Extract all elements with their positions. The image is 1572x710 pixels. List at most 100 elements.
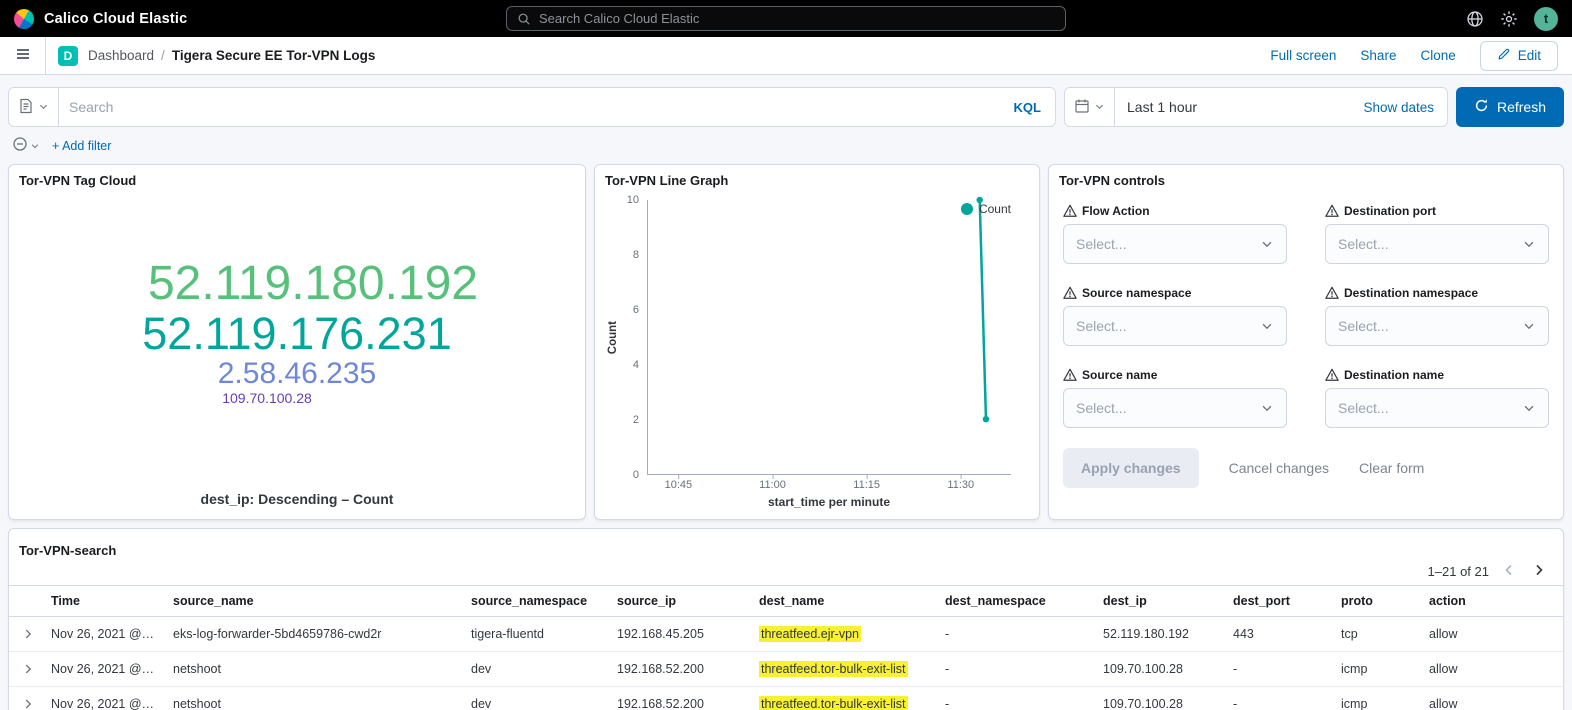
control-label: Source name <box>1063 368 1287 382</box>
kql-toggle[interactable]: KQL <box>1014 100 1055 115</box>
chevron-left-icon <box>1501 566 1517 581</box>
expand-row-button[interactable] <box>17 697 35 710</box>
query-input-placeholder[interactable]: Search <box>59 99 1014 115</box>
cell-proto: icmp <box>1333 687 1421 710</box>
warning-icon <box>1063 368 1077 382</box>
select-destination-port[interactable]: Select... <box>1325 224 1549 264</box>
share-link[interactable]: Share <box>1360 48 1396 63</box>
elastic-logo-icon[interactable] <box>14 9 34 29</box>
panel-title: Tor-VPN controls <box>1049 165 1563 188</box>
column-header-proto[interactable]: proto <box>1333 586 1421 617</box>
control-field-destination-name: Destination nameSelect... <box>1325 368 1549 428</box>
column-header-source-name[interactable]: source_name <box>165 586 463 617</box>
clone-link[interactable]: Clone <box>1420 48 1455 63</box>
global-header: Calico Cloud Elastic Search Calico Cloud… <box>0 0 1572 37</box>
cell-source-ip: 192.168.45.205 <box>609 617 751 652</box>
column-header-dest-port[interactable]: dest_port <box>1225 586 1333 617</box>
table-row: Nov 26, 2021 @ 11:35:04.000netshootdev19… <box>9 652 1563 687</box>
global-search-input[interactable]: Search Calico Cloud Elastic <box>506 6 1066 31</box>
table-body: Nov 26, 2021 @ 11:35:04.000eks-log-forwa… <box>9 617 1563 710</box>
panel-title: Tor-VPN-search <box>9 535 1563 558</box>
cell-dest-ip: 52.119.180.192 <box>1095 617 1225 652</box>
prev-page-button[interactable] <box>1501 562 1517 581</box>
apply-changes-button[interactable]: Apply changes <box>1063 448 1199 488</box>
breadcrumb-separator: / <box>161 48 165 63</box>
cell-dest-port: - <box>1225 652 1333 687</box>
tag-cloud-item[interactable]: 109.70.100.28 <box>222 391 312 406</box>
breadcrumb: Dashboard / Tigera Secure EE Tor-VPN Log… <box>88 48 375 63</box>
cell-dest-namespace: - <box>937 617 1095 652</box>
table-row: Nov 26, 2021 @ 11:34:54.000netshootdev19… <box>9 687 1563 710</box>
cell-dest-port: 443 <box>1225 617 1333 652</box>
select-placeholder: Select... <box>1338 400 1389 416</box>
next-page-button[interactable] <box>1531 562 1547 581</box>
column-header-source-namespace[interactable]: source_namespace <box>463 586 609 617</box>
cell-dest-name: threatfeed.tor-bulk-exit-list <box>751 687 937 710</box>
y-tick-label: 8 <box>633 249 639 261</box>
gear-icon[interactable] <box>1500 10 1518 28</box>
filter-options-button[interactable] <box>12 136 40 155</box>
expand-row-button[interactable] <box>17 662 35 676</box>
cell-source-ip: 192.168.52.200 <box>609 687 751 710</box>
cell-dest-name: threatfeed.ejr-vpn <box>751 617 937 652</box>
column-header-dest-namespace[interactable]: dest_namespace <box>937 586 1095 617</box>
control-label: Destination namespace <box>1325 286 1549 300</box>
cell-dest-ip: 109.70.100.28 <box>1095 652 1225 687</box>
cell-source-name: eks-log-forwarder-5bd4659786-cwd2r <box>165 617 463 652</box>
panel-title: Tor-VPN Tag Cloud <box>9 165 585 188</box>
y-axis-ticks: 0246810 <box>621 200 647 475</box>
y-tick-label: 2 <box>633 414 639 426</box>
saved-query-menu-button[interactable] <box>9 88 59 126</box>
cell-source-namespace: dev <box>463 687 609 710</box>
tag-cloud-item[interactable]: 2.58.46.235 <box>218 358 376 390</box>
full-screen-link[interactable]: Full screen <box>1270 48 1336 63</box>
show-dates-link[interactable]: Show dates <box>1363 100 1447 115</box>
refresh-button[interactable]: Refresh <box>1456 87 1564 127</box>
select-placeholder: Select... <box>1338 236 1389 252</box>
edit-button-label: Edit <box>1518 48 1541 63</box>
cell-source-namespace: tigera-fluentd <box>463 617 609 652</box>
date-quick-menu-button[interactable] <box>1065 88 1115 126</box>
chevron-down-icon <box>1260 237 1274 251</box>
column-header-time[interactable]: Time <box>43 586 165 617</box>
time-range-value[interactable]: Last 1 hour <box>1115 99 1363 115</box>
cell-dest-name: threatfeed.tor-bulk-exit-list <box>751 652 937 687</box>
column-header-dest-name[interactable]: dest_name <box>751 586 937 617</box>
select-flow-action[interactable]: Select... <box>1063 224 1287 264</box>
control-label: Source namespace <box>1063 286 1287 300</box>
chart-legend[interactable]: Count <box>961 202 1011 216</box>
cell-time: Nov 26, 2021 @ 11:35:04.000 <box>43 652 165 687</box>
legend-label: Count <box>979 202 1011 216</box>
select-source-name[interactable]: Select... <box>1063 388 1287 428</box>
cell-dest-ip: 109.70.100.28 <box>1095 687 1225 710</box>
select-destination-name[interactable]: Select... <box>1325 388 1549 428</box>
user-avatar[interactable]: t <box>1534 7 1558 31</box>
line-chart: Count 0246810 Count 10:4511:0011:1511:30… <box>595 188 1039 509</box>
column-header-dest-ip[interactable]: dest_ip <box>1095 586 1225 617</box>
chevron-down-icon <box>1522 237 1536 251</box>
cell-source-ip: 192.168.52.200 <box>609 652 751 687</box>
column-header-source-ip[interactable]: source_ip <box>609 586 751 617</box>
tag-cloud-caption: dest_ip: Descending – Count <box>9 491 585 507</box>
menu-button[interactable] <box>0 37 46 74</box>
breadcrumb-dashboard[interactable]: Dashboard <box>88 48 154 63</box>
cancel-changes-button[interactable]: Cancel changes <box>1229 460 1329 476</box>
tag-cloud-item[interactable]: 52.119.176.231 <box>142 310 451 359</box>
panel-title: Tor-VPN Line Graph <box>595 165 1039 188</box>
expand-row-button[interactable] <box>17 627 35 641</box>
x-tick-label: 11:00 <box>759 479 786 491</box>
kql-search-bar[interactable]: Search KQL <box>8 87 1056 127</box>
chevron-down-icon <box>1260 319 1274 333</box>
globe-icon[interactable] <box>1466 10 1484 28</box>
column-header-action[interactable]: action <box>1421 586 1563 617</box>
add-filter-link[interactable]: + Add filter <box>52 139 111 153</box>
line-plot[interactable]: Count <box>647 200 1011 475</box>
highlighted-value: threatfeed.tor-bulk-exit-list <box>759 661 908 677</box>
results-table: Timesource_namesource_namespacesource_ip… <box>9 585 1563 710</box>
select-source-namespace[interactable]: Select... <box>1063 306 1287 346</box>
select-destination-namespace[interactable]: Select... <box>1325 306 1549 346</box>
tag-cloud-item[interactable]: 52.119.180.192 <box>148 258 478 310</box>
clear-form-button[interactable]: Clear form <box>1359 460 1424 476</box>
edit-button[interactable]: Edit <box>1480 41 1558 71</box>
x-axis-title: start_time per minute <box>647 493 1011 509</box>
